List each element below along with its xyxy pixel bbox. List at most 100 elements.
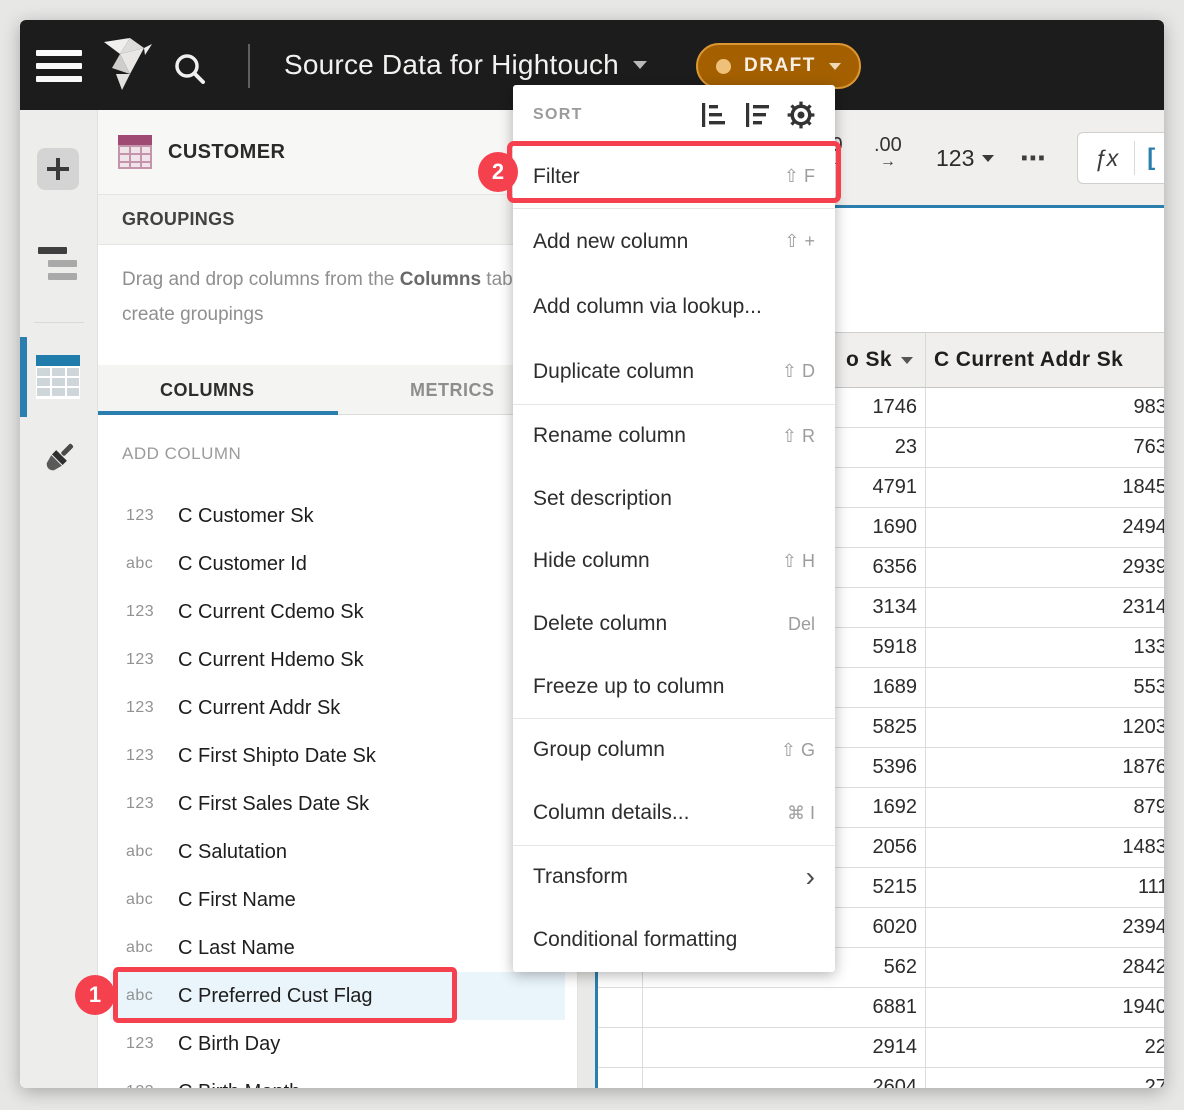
table-cell[interactable]: 19400 (926, 988, 1164, 1027)
format-painter-button[interactable] (36, 437, 80, 486)
column-type-tag: abc (98, 555, 164, 573)
column-item[interactable]: abcC Last Name (98, 924, 578, 972)
table-cell[interactable]: 29391 (926, 548, 1164, 587)
sigma-logo-icon[interactable] (100, 36, 152, 97)
table-cell[interactable]: 1339 (926, 628, 1164, 667)
menu-item[interactable]: Delete columnDel (513, 593, 835, 656)
column-item[interactable]: 123C First Shipto Date Sk (98, 732, 578, 780)
menu-item-shortcut: ⇧ H (782, 551, 815, 572)
desktop-background: Source Data for Hightouch DRAFT .0 ← .00… (0, 0, 1184, 1110)
tab-columns[interactable]: COLUMNS (160, 365, 255, 415)
table-cell[interactable]: 2604 (643, 1068, 926, 1088)
menu-item-label: Transform (533, 865, 628, 889)
column-type-tag: 123 (98, 1083, 164, 1088)
data-element-tab-button[interactable] (36, 355, 80, 404)
table-cell[interactable] (598, 1068, 643, 1088)
menu-item-shortcut: ⇧ R (782, 426, 815, 447)
customer-table-icon (118, 135, 152, 169)
table-cell[interactable]: 18459 (926, 468, 1164, 507)
menu-item-shortcut: Del (788, 614, 815, 635)
menu-item[interactable]: Hide column⇧ H (513, 530, 835, 593)
table-cell[interactable]: 273 (926, 1068, 1164, 1088)
column-item[interactable]: 123 C Current Addr Sk (98, 684, 578, 732)
table-cell[interactable]: 23144 (926, 588, 1164, 627)
sort-settings-gear-icon[interactable] (787, 101, 815, 129)
table-cell[interactable]: 18761 (926, 748, 1164, 787)
outline-icon (38, 247, 67, 254)
menu-item[interactable]: Conditional formatting (513, 909, 835, 972)
table-cell[interactable] (598, 1028, 643, 1067)
table-cell[interactable]: 14831 (926, 828, 1164, 867)
column-item[interactable]: 123C Customer Sk (98, 492, 578, 540)
more-options-button[interactable]: ⋯ (1020, 110, 1048, 207)
column-name: C Salutation (178, 841, 287, 864)
table-cell[interactable]: 6881 (643, 988, 926, 1027)
menu-section: Add new column ⇧ + Add column via lookup..… (513, 209, 835, 404)
menu-item-label: Add new column (533, 230, 688, 254)
menu-item[interactable]: Add new column ⇧ + (513, 209, 835, 274)
table-cell[interactable]: 7634 (926, 428, 1164, 467)
add-column-label: ADD COLUMN (122, 444, 241, 464)
chevron-down-icon[interactable] (901, 357, 913, 364)
column-bracket-icon: [ (1147, 144, 1155, 172)
table-cell[interactable]: 24946 (926, 508, 1164, 547)
table-cell[interactable]: 223 (926, 1028, 1164, 1067)
chevron-down-icon (982, 155, 994, 162)
menu-item-shortcut: ⇧ D (782, 361, 815, 382)
table-cell[interactable]: 5539 (926, 668, 1164, 707)
menu-item[interactable]: Duplicate column⇧ D (513, 339, 835, 404)
table-cell[interactable]: 23947 (926, 908, 1164, 947)
groupings-header: GROUPINGS (98, 195, 578, 245)
column-item[interactable]: 123C Birth Month (98, 1068, 578, 1088)
menu-item-label: Freeze up to column (533, 675, 724, 699)
table-cell[interactable]: 2914 (643, 1028, 926, 1067)
sort-label: SORT (533, 106, 699, 124)
menu-item[interactable]: Freeze up to column (513, 655, 835, 718)
column-name: C Current Addr Sk (178, 697, 340, 720)
draft-label: DRAFT (744, 55, 816, 77)
menu-item[interactable]: Transform› (513, 846, 835, 909)
sort-ascending-icon[interactable] (699, 102, 725, 128)
formula-fx-icon: ƒx (1094, 145, 1118, 172)
column-type-tag: abc (98, 891, 164, 909)
menu-item[interactable]: Set description (513, 468, 835, 531)
table-cell[interactable]: 12033 (926, 708, 1164, 747)
column-item[interactable]: 123C Current Hdemo Sk (98, 636, 578, 684)
column-item[interactable]: abcC Salutation (98, 828, 578, 876)
column-item[interactable]: 123C Current Cdemo Sk (98, 588, 578, 636)
menu-section: Rename column ⇧ R Set descriptionHide colu… (513, 405, 835, 718)
menu-item[interactable]: Column details...⌘ I (513, 782, 835, 845)
column-item[interactable]: abcC Customer Id (98, 540, 578, 588)
table-cell[interactable] (598, 988, 643, 1027)
menu-item[interactable]: Add column via lookup... (513, 274, 835, 339)
formula-bar-toggle[interactable]: ƒx [ (1077, 132, 1164, 184)
app-window: Source Data for Hightouch DRAFT .0 ← .00… (20, 20, 1164, 1088)
hamburger-menu-button[interactable] (36, 50, 82, 83)
table-cell[interactable]: 28426 (926, 948, 1164, 987)
menu-item-label: Add column via lookup... (533, 295, 762, 319)
active-tab-indicator (20, 337, 27, 417)
search-icon[interactable] (172, 51, 208, 92)
tab-metrics[interactable]: METRICS (410, 365, 495, 415)
element-panel: CUSTOMER GROUPINGS Drag and drop columns… (98, 110, 578, 1088)
column-item[interactable]: 123C Birth Day (98, 1020, 578, 1068)
table-cell[interactable]: 8791 (926, 788, 1164, 827)
column-header-cell[interactable]: C Current Addr Sk (926, 333, 1164, 387)
add-element-button[interactable] (37, 148, 79, 190)
sort-descending-icon[interactable] (743, 102, 769, 128)
draft-status-badge[interactable]: DRAFT (696, 43, 861, 89)
menu-item[interactable]: Group column⇧ G (513, 719, 835, 782)
menu-item[interactable]: Rename column ⇧ R (513, 405, 835, 468)
column-header-label: C Current Addr Sk (934, 348, 1123, 372)
column-type-tag: 123 (98, 699, 164, 717)
column-item[interactable]: 123C First Sales Date Sk (98, 780, 578, 828)
table-cell[interactable]: 9833 (926, 388, 1164, 427)
column-type-tag: 123 (98, 1035, 164, 1053)
table-cell[interactable]: 1111 (926, 868, 1164, 907)
menu-item-label: Rename column (533, 424, 686, 448)
column-item[interactable]: abc C First Name (98, 876, 578, 924)
number-format-dropdown[interactable]: 123 (936, 110, 994, 207)
column-name: C First Name (178, 889, 296, 912)
menu-item-shortcut: ⇧ + (784, 231, 815, 252)
increase-decimal-button[interactable]: .00 → (874, 134, 902, 171)
